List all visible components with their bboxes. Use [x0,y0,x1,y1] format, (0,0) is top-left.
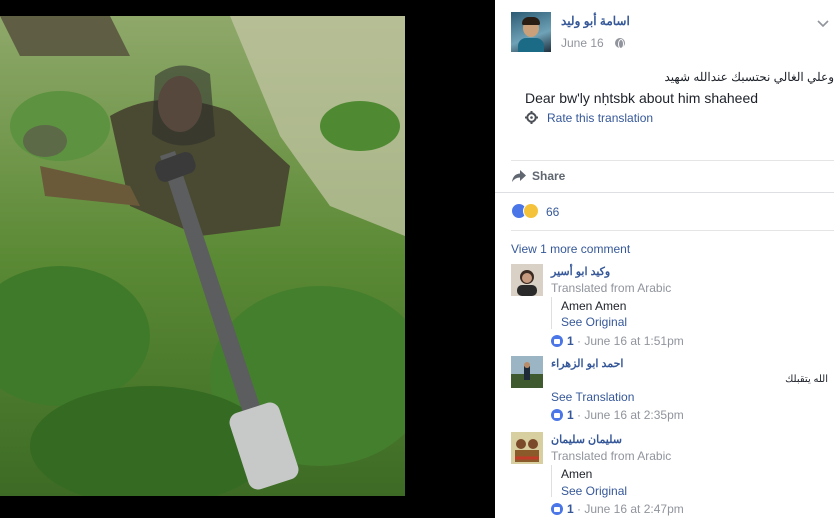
like-count[interactable]: 1 [567,502,574,516]
like-count[interactable]: 1 [567,408,574,422]
divider [511,230,834,231]
comment: احمد ابو الزهراء الله يتقبلك See Transla… [511,356,834,426]
see-original-link[interactable]: See Original [561,315,627,329]
comment-time[interactable]: · June 16 at 2:35pm [577,408,684,422]
rate-translation-link[interactable]: Rate this translation [547,111,653,125]
gear-icon [525,111,538,124]
comment-text: Amen Amen [561,299,627,313]
author-name[interactable]: اسامة أبو وليد [561,14,630,28]
post-translation: Dear bw'ly nḥtsbk about him shaheed [525,90,759,106]
translated-from-label: Translated from Arabic [551,281,672,295]
chevron-down-icon[interactable] [816,16,830,30]
post-panel: اسامة أبو وليد June 16 وعلي الغالي نحتسب… [495,0,834,518]
divider [495,192,834,193]
post-date[interactable]: June 16 [561,36,604,50]
comment: وكيد ابو أسير Translated from Arabic Ame… [511,264,834,348]
see-original-link[interactable]: See Original [561,484,627,498]
comment-time[interactable]: · June 16 at 1:51pm [577,334,684,348]
view-more-comments-link[interactable]: View 1 more comment [511,242,630,256]
commenter-name[interactable]: احمد ابو الزهراء [551,357,623,370]
like-icon [551,335,563,347]
comment-time[interactable]: · June 16 at 2:47pm [577,502,684,516]
commenter-avatar[interactable] [511,264,543,296]
divider [511,160,834,161]
post-photo[interactable] [0,16,405,496]
globe-icon [615,38,625,49]
translated-from-label: Translated from Arabic [551,449,672,463]
post-text: وعلي الغالي نحتسبك عندالله شهيد [664,70,834,84]
comment-text: الله يتقبلك [785,374,828,385]
sad-icon [523,203,539,219]
commenter-name[interactable]: سليمان سليمان [551,433,622,446]
commenter-name[interactable]: وكيد ابو أسير [551,265,610,278]
quote-bar [551,465,552,497]
commenter-avatar[interactable] [511,356,543,388]
like-count[interactable]: 1 [567,334,574,348]
author-avatar[interactable] [511,12,551,52]
like-icon [551,503,563,515]
see-translation-link[interactable]: See Translation [551,390,634,404]
commenter-avatar[interactable] [511,432,543,464]
share-icon [512,170,526,182]
like-icon [551,409,563,421]
quote-bar [551,297,552,329]
comment-text: Amen [561,467,593,481]
comment: سليمان سليمان Translated from Arabic Ame… [511,432,834,518]
post-photo-image [0,16,405,496]
reaction-count: 66 [546,205,560,219]
post-header: اسامة أبو وليد June 16 [511,12,834,56]
share-label: Share [532,169,566,183]
